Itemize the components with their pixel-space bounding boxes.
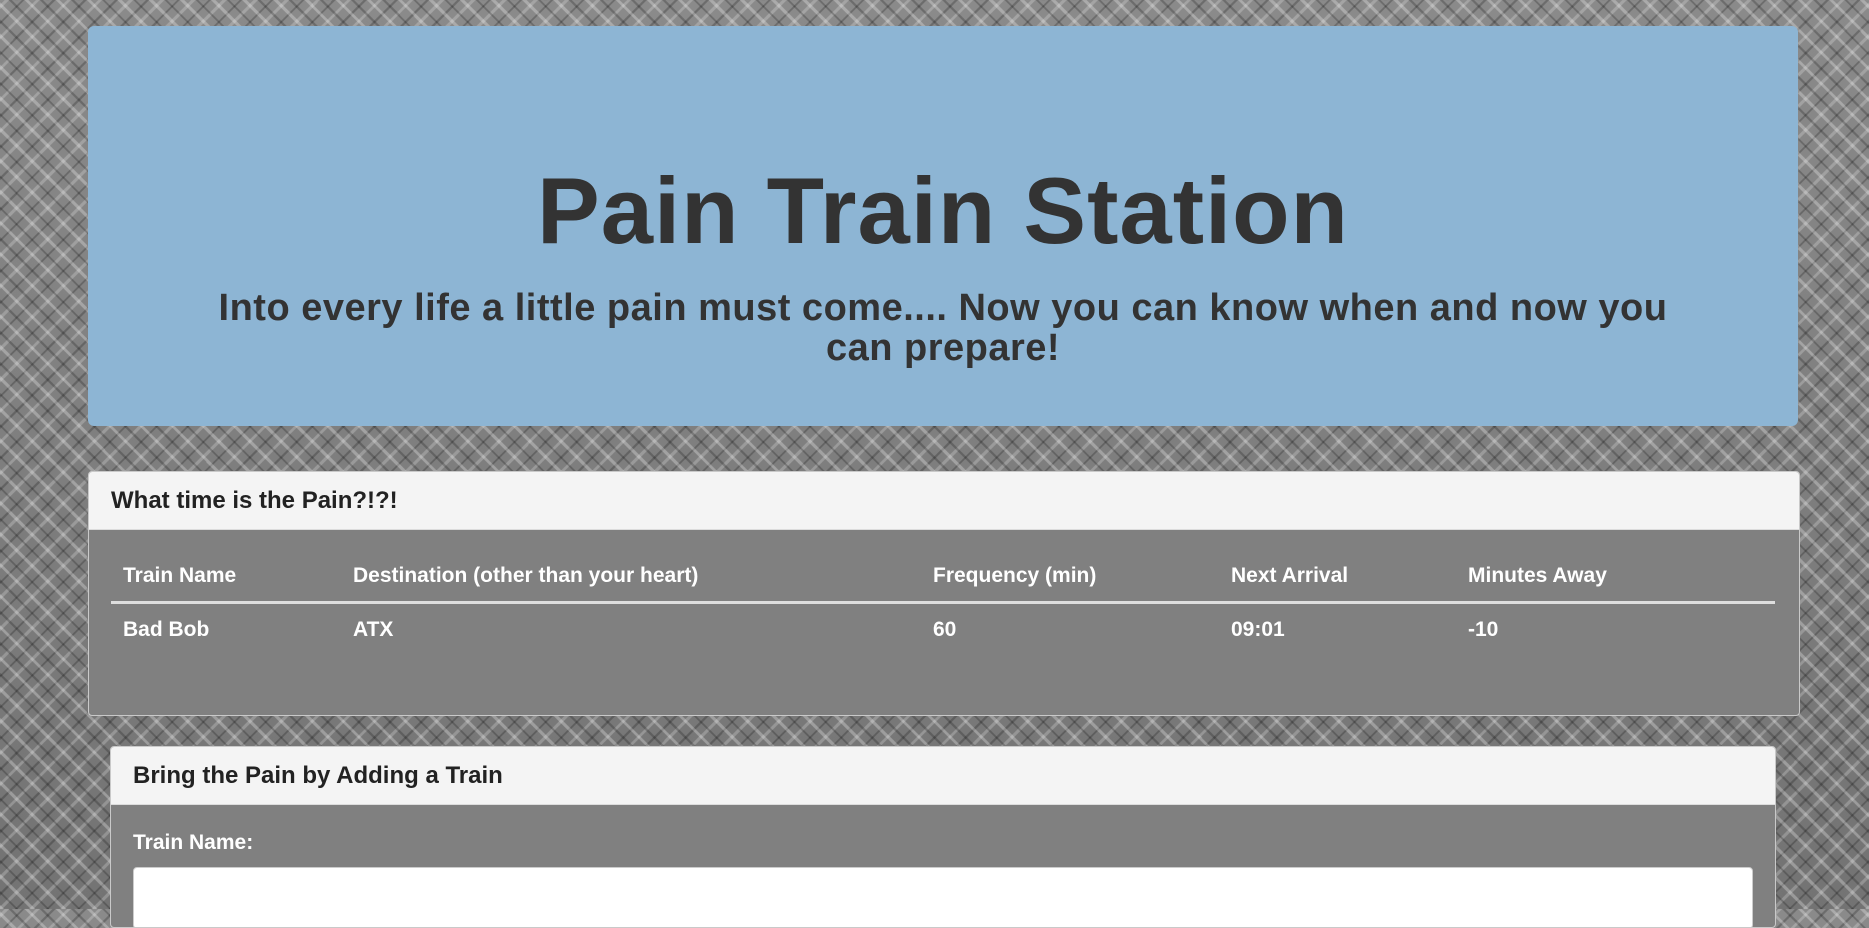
column-header-next-arrival: Next Arrival [1231, 564, 1349, 588]
header-jumbotron: Pain Train Station Into every life a lit… [88, 26, 1798, 426]
schedule-table: Train Name Destination (other than your … [111, 552, 1775, 656]
column-header-train-name: Train Name [123, 564, 237, 588]
cell-next-arrival: 09:01 [1231, 617, 1285, 641]
cell-train-name: Bad Bob [123, 617, 210, 641]
column-header-destination: Destination (other than your heart) [353, 564, 699, 588]
add-train-panel-heading: Bring the Pain by Adding a Train [111, 747, 1775, 805]
train-name-label: Train Name: [133, 831, 254, 854]
table-row: Bad Bob ATX 60 09:01 -10 [111, 602, 1775, 656]
page-title: Pain Train Station [537, 158, 1349, 263]
cell-destination: ATX [353, 617, 394, 641]
train-name-input[interactable] [133, 867, 1753, 927]
cell-frequency: 60 [933, 617, 957, 641]
add-train-panel: Bring the Pain by Adding a Train Train N… [110, 746, 1776, 928]
page-subtitle: Into every life a little pain must come.… [218, 287, 1668, 369]
column-header-minutes-away: Minutes Away [1468, 564, 1607, 588]
column-header-frequency: Frequency (min) [933, 564, 1097, 588]
table-header-row: Train Name Destination (other than your … [111, 552, 1775, 602]
schedule-panel: What time is the Pain?!?! Train Name Des… [88, 471, 1800, 716]
cell-minutes-away: -10 [1468, 617, 1499, 641]
schedule-panel-heading: What time is the Pain?!?! [89, 472, 1799, 530]
